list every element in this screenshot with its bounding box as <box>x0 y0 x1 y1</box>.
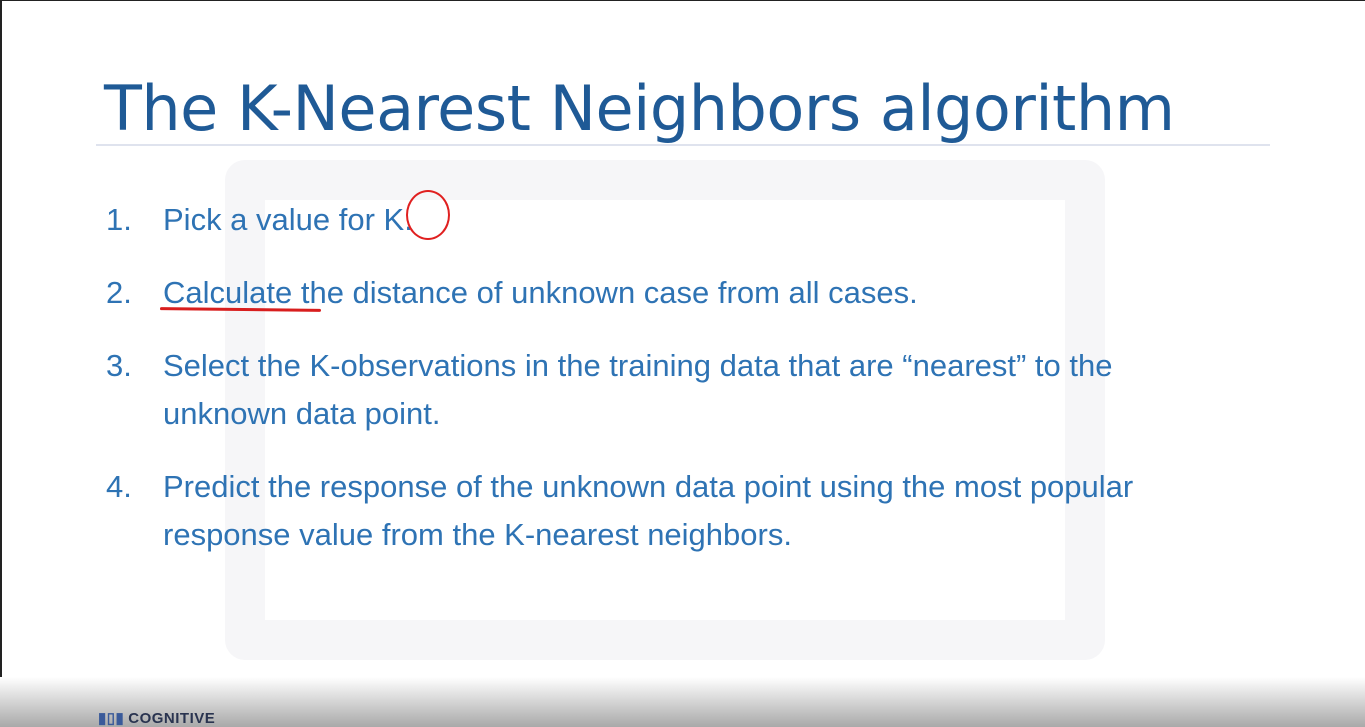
item-text: Calculate the distance of unknown case f… <box>163 275 918 310</box>
cognitive-logo: ▮▯▮ COGNITIVE <box>98 709 215 727</box>
footer-bar: ▮▯▮ COGNITIVE <box>0 677 1365 727</box>
item-number: 1. <box>106 202 132 237</box>
slide-title: The K-Nearest Neighbors algorithm <box>104 72 1175 145</box>
item-number: 4. <box>106 469 132 504</box>
red-circle-annotation <box>406 190 450 240</box>
item-text: Predict the response of the unknown data… <box>163 469 1134 552</box>
title-divider <box>96 144 1270 146</box>
logo-bars-icon: ▮▯▮ <box>98 710 125 727</box>
item-text: Select the K-observations in the trainin… <box>163 348 1113 431</box>
logo-text: COGNITIVE <box>128 710 216 727</box>
item-text: Pick a value for K. <box>163 202 413 237</box>
item-number: 2. <box>106 275 132 310</box>
item-number: 3. <box>106 348 132 383</box>
